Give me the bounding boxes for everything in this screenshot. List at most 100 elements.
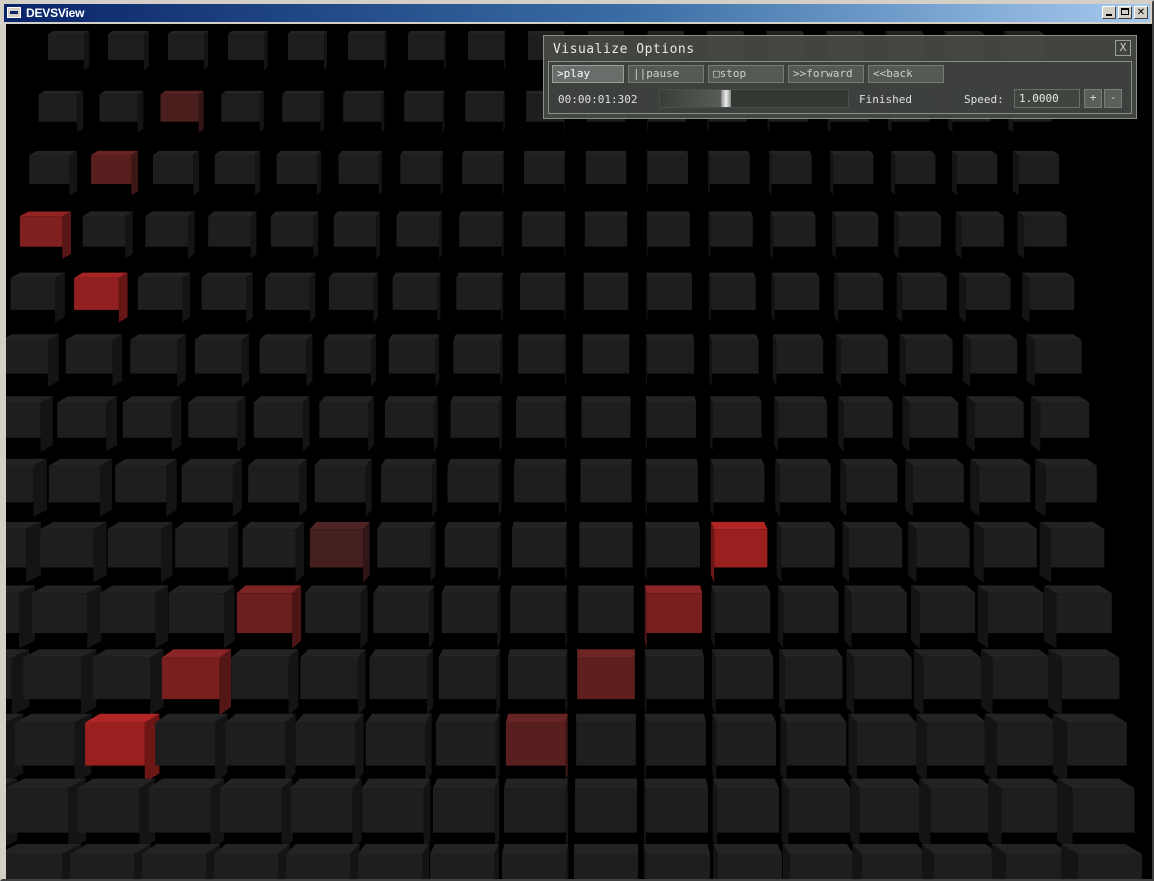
active-cell (309, 521, 370, 583)
cell (512, 521, 567, 583)
cell (643, 844, 710, 879)
progress-slider[interactable] (659, 89, 849, 108)
cell (57, 396, 118, 452)
cell (92, 649, 164, 716)
cell (29, 150, 78, 196)
cell (516, 396, 567, 452)
cell (524, 150, 566, 196)
cell (10, 272, 65, 323)
3d-viewport[interactable]: Visualize Options X >play ||pause □stop … (6, 24, 1152, 879)
cell (893, 211, 942, 259)
cell (1052, 713, 1127, 783)
cell (712, 778, 780, 850)
cell (1061, 844, 1142, 879)
maximize-icon (1121, 8, 1129, 15)
cell (6, 458, 47, 517)
close-button[interactable]: ✕ (1134, 6, 1148, 19)
cell (265, 272, 316, 323)
cell (14, 713, 92, 783)
cell (772, 334, 824, 387)
pause-button[interactable]: ||pause (628, 65, 704, 83)
cell (441, 585, 501, 649)
active-cell (236, 585, 302, 649)
title-bar[interactable]: DEVSView ✕ (4, 4, 1150, 22)
cell (1017, 211, 1067, 259)
speed-decrease-button[interactable]: - (1104, 89, 1122, 108)
active-cell (161, 649, 231, 716)
cell (77, 778, 156, 850)
cell (709, 396, 762, 452)
cell (829, 150, 874, 196)
visualize-options-panel: Visualize Options X >play ||pause □stop … (543, 35, 1137, 119)
back-button[interactable]: <<back (868, 65, 944, 83)
cell (522, 211, 566, 259)
cell (444, 521, 502, 583)
slider-handle[interactable] (720, 90, 731, 107)
active-cell (19, 211, 71, 259)
forward-button[interactable]: >>forward (788, 65, 864, 83)
close-icon: ✕ (1136, 7, 1146, 18)
window-title: DEVSView (26, 6, 85, 20)
cell (194, 334, 250, 387)
active-cell (91, 150, 139, 196)
cell (991, 844, 1070, 879)
speed-input[interactable] (1014, 89, 1080, 108)
cell (955, 211, 1004, 259)
cell (404, 90, 445, 133)
active-cell (74, 272, 128, 323)
cell (779, 649, 843, 716)
cell (214, 844, 290, 879)
close-icon: X (1119, 41, 1127, 54)
cell (1039, 521, 1105, 583)
cell (462, 150, 505, 196)
cell (916, 713, 987, 783)
cell (1056, 778, 1135, 850)
cell (384, 396, 438, 452)
maximize-button[interactable] (1118, 6, 1132, 19)
cell (130, 334, 186, 387)
active-cell (160, 90, 204, 133)
stop-button[interactable]: □stop (708, 65, 784, 83)
cell (259, 334, 313, 387)
cell (711, 649, 774, 716)
cell (838, 396, 893, 452)
cell (290, 778, 362, 850)
minimize-button[interactable] (1102, 6, 1116, 19)
cell (100, 585, 169, 649)
cell (373, 585, 435, 649)
cell (358, 844, 430, 879)
cell (300, 649, 366, 716)
cell (836, 334, 888, 387)
cell (447, 458, 502, 517)
cell (231, 649, 299, 716)
cell (361, 778, 431, 850)
cell (288, 31, 327, 70)
panel-title: Visualize Options (553, 42, 695, 57)
cell (585, 150, 627, 184)
cell (6, 778, 87, 850)
cell (574, 844, 638, 879)
cell (40, 521, 107, 583)
speed-increase-button[interactable]: + (1084, 89, 1102, 108)
app-icon (7, 7, 21, 18)
cell (99, 90, 144, 133)
cell (840, 458, 898, 517)
cell (582, 334, 630, 374)
cell (970, 458, 1031, 517)
cell (777, 585, 839, 649)
cell (646, 334, 694, 387)
cell (504, 778, 569, 850)
cell (450, 396, 503, 452)
cell (6, 585, 36, 649)
cell (396, 211, 442, 259)
cell (919, 778, 993, 850)
cell (314, 458, 372, 517)
cell (219, 778, 293, 850)
cell (981, 649, 1051, 716)
progress-fill (660, 90, 726, 107)
active-cell (644, 585, 702, 649)
cell (214, 150, 261, 196)
cell (711, 585, 771, 649)
play-button[interactable]: >play (552, 65, 624, 83)
panel-close-button[interactable]: X (1115, 40, 1131, 56)
